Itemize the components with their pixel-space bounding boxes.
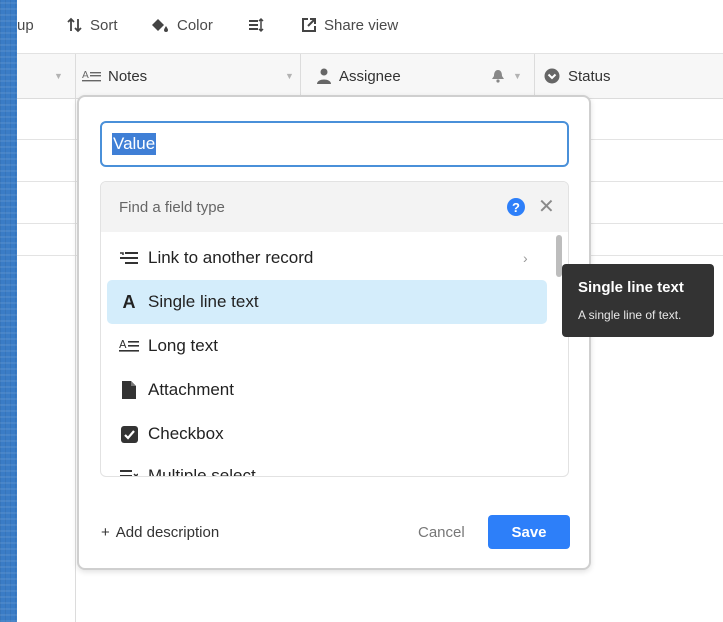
field-type-multiple-select[interactable]: Multiple select bbox=[107, 454, 547, 476]
long-text-icon: A bbox=[82, 70, 101, 82]
field-type-tooltip: Single line text A single line of text. bbox=[562, 264, 714, 337]
tooltip-description: A single line of text. bbox=[578, 308, 682, 322]
save-button[interactable]: Save bbox=[488, 515, 570, 549]
background-window-edge bbox=[0, 0, 17, 622]
column-assignee-label: Assignee bbox=[339, 67, 401, 85]
field-type-label: Link to another record bbox=[148, 248, 314, 267]
share-icon bbox=[302, 18, 316, 32]
paint-bucket-icon bbox=[152, 19, 168, 32]
field-type-long-text[interactable]: A Long text bbox=[107, 324, 547, 368]
plus-icon: + bbox=[101, 524, 110, 541]
single-line-text-icon: A bbox=[122, 291, 136, 312]
column-divider bbox=[534, 54, 535, 98]
column-notes-label: Notes bbox=[108, 67, 148, 85]
multiple-select-icon bbox=[119, 466, 139, 476]
chevron-right-icon: › bbox=[523, 250, 528, 266]
column-header-notes[interactable]: A Notes bbox=[82, 54, 147, 98]
single-select-icon bbox=[544, 68, 560, 84]
field-config-dialog: Value Find a field type ? ✕ Link to anot… bbox=[77, 95, 591, 570]
row-height-button[interactable] bbox=[248, 0, 264, 50]
assignee-chevron-down-icon[interactable]: ▼ bbox=[513, 71, 522, 81]
field-type-picker: Find a field type ? ✕ Link to another re… bbox=[100, 181, 569, 477]
tooltip-title: Single line text bbox=[578, 279, 684, 296]
column-header-status[interactable]: Status bbox=[544, 54, 611, 98]
save-label: Save bbox=[511, 523, 547, 541]
column-header-row: ▼ A Notes ▼ Assignee ▼ Status bbox=[17, 53, 723, 99]
checkbox-icon bbox=[119, 424, 139, 444]
long-text-icon: A bbox=[119, 336, 139, 356]
field-type-attachment[interactable]: Attachment bbox=[107, 368, 547, 412]
notes-chevron-down-icon[interactable]: ▼ bbox=[285, 71, 294, 81]
field-type-search-placeholder: Find a field type bbox=[119, 198, 225, 216]
sort-icon bbox=[67, 17, 82, 33]
help-icon[interactable]: ? bbox=[507, 198, 525, 216]
group-button[interactable]: up bbox=[17, 0, 34, 50]
bell-icon[interactable] bbox=[491, 69, 505, 83]
close-icon[interactable]: ✕ bbox=[538, 197, 555, 217]
add-description-button[interactable]: + Add description bbox=[101, 524, 219, 541]
sort-button[interactable]: Sort bbox=[67, 0, 118, 50]
column-header-assignee[interactable]: Assignee bbox=[317, 54, 401, 98]
user-icon bbox=[317, 68, 331, 84]
view-toolbar: up Sort Color Share view bbox=[17, 0, 723, 50]
field-type-label: Multiple select bbox=[148, 466, 256, 476]
column-menu-chevron-icon[interactable]: ▼ bbox=[54, 71, 63, 81]
share-view-label: Share view bbox=[324, 16, 399, 34]
link-record-icon bbox=[119, 248, 139, 268]
color-label: Color bbox=[177, 16, 213, 34]
add-description-label: Add description bbox=[115, 524, 220, 541]
share-view-button[interactable]: Share view bbox=[301, 0, 398, 50]
field-type-checkbox[interactable]: Checkbox bbox=[107, 412, 547, 456]
column-status-label: Status bbox=[568, 67, 611, 85]
field-type-label: Single line text bbox=[148, 292, 259, 311]
row-number-divider bbox=[75, 97, 76, 622]
field-type-search[interactable]: Find a field type ? ✕ bbox=[101, 182, 568, 232]
field-type-list: Link to another record › A Single line t… bbox=[101, 232, 568, 476]
row-height-icon bbox=[249, 17, 264, 33]
cancel-button[interactable]: Cancel bbox=[418, 524, 465, 541]
field-name-input[interactable]: Value bbox=[100, 121, 569, 167]
field-type-label: Long text bbox=[148, 336, 218, 355]
column-divider bbox=[75, 54, 76, 98]
group-label: up bbox=[17, 16, 34, 34]
svg-text:A: A bbox=[119, 338, 127, 351]
field-name-value: Value bbox=[112, 133, 157, 155]
svg-text:A: A bbox=[82, 70, 89, 81]
field-type-label: Checkbox bbox=[148, 424, 224, 443]
attachment-icon bbox=[119, 380, 139, 400]
field-type-single-line-text[interactable]: A Single line text bbox=[107, 280, 547, 324]
sort-label: Sort bbox=[90, 16, 118, 34]
color-button[interactable]: Color bbox=[150, 0, 213, 50]
column-divider bbox=[300, 54, 301, 98]
field-type-link-to-another-record[interactable]: Link to another record › bbox=[107, 236, 547, 280]
field-type-label: Attachment bbox=[148, 380, 234, 399]
